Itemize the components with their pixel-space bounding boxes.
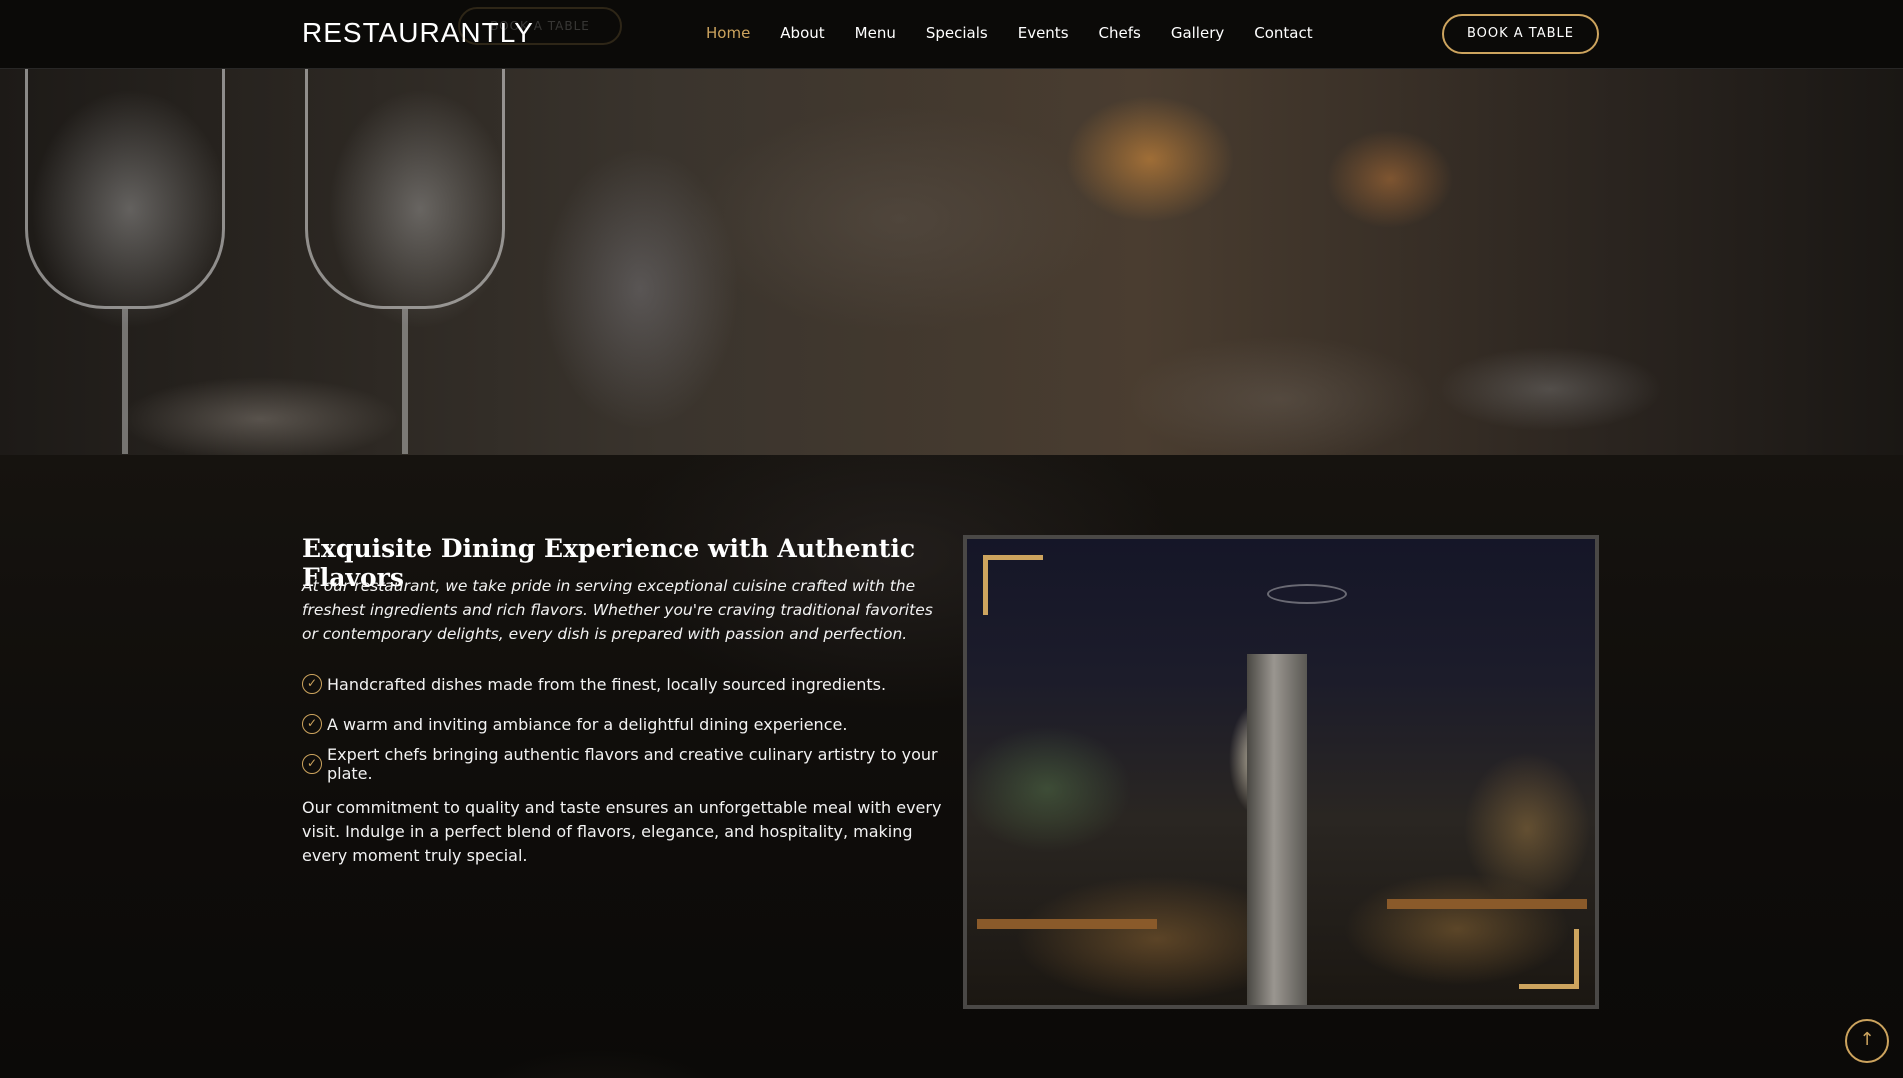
glass-stem-right (402, 309, 408, 454)
nav-item-about[interactable]: About (780, 24, 824, 42)
restaurant-interior-image (963, 535, 1599, 1009)
ceiling-light (1267, 584, 1347, 604)
book-table-button[interactable]: BOOK A TABLE (1442, 14, 1599, 54)
check-circle-icon: ✓ (302, 674, 322, 694)
about-closing: Our commitment to quality and taste ensu… (302, 798, 942, 865)
ghost-book-button: BOOK A TABLE (458, 7, 622, 45)
list-item: ✓ Expert chefs bringing authentic flavor… (302, 744, 962, 784)
hero-background-image (0, 69, 1903, 455)
nav-item-events[interactable]: Events (1018, 24, 1069, 42)
nav-item-specials[interactable]: Specials (926, 24, 988, 42)
feature-list: ✓ Handcrafted dishes made from the fines… (302, 664, 962, 784)
nav-item-contact[interactable]: Contact (1254, 24, 1312, 42)
frame-corner-bottom-right (1519, 929, 1579, 989)
wine-glass-right (305, 69, 505, 309)
arrow-up-icon: ↑ (1859, 1029, 1875, 1050)
table (1387, 899, 1587, 909)
feature-text: A warm and inviting ambiance for a delig… (327, 714, 848, 734)
about-intro: At our restaurant, we take pride in serv… (302, 577, 933, 643)
frame-corner-top-left (983, 555, 1043, 615)
site-header: RESTAURANTLY BOOK A TABLE Home About Men… (0, 0, 1903, 69)
check-circle-icon: ✓ (302, 754, 322, 774)
table (977, 919, 1157, 929)
wine-glass-left (25, 69, 225, 309)
glass-stem-left (122, 309, 128, 454)
nav-item-menu[interactable]: Menu (855, 24, 896, 42)
nav-item-home[interactable]: Home (706, 24, 750, 42)
feature-text: Handcrafted dishes made from the finest,… (327, 674, 887, 694)
check-circle-icon: ✓ (302, 714, 322, 734)
main-nav: Home About Menu Specials Events Chefs Ga… (706, 24, 1343, 42)
feature-text: Expert chefs bringing authentic flavors … (327, 745, 938, 783)
list-item: ✓ A warm and inviting ambiance for a del… (302, 704, 962, 744)
list-item: ✓ Handcrafted dishes made from the fines… (302, 664, 962, 704)
back-to-top-button[interactable]: ↑ (1845, 1019, 1889, 1063)
pillar (1247, 654, 1307, 1005)
nav-item-gallery[interactable]: Gallery (1171, 24, 1224, 42)
nav-item-chefs[interactable]: Chefs (1099, 24, 1141, 42)
